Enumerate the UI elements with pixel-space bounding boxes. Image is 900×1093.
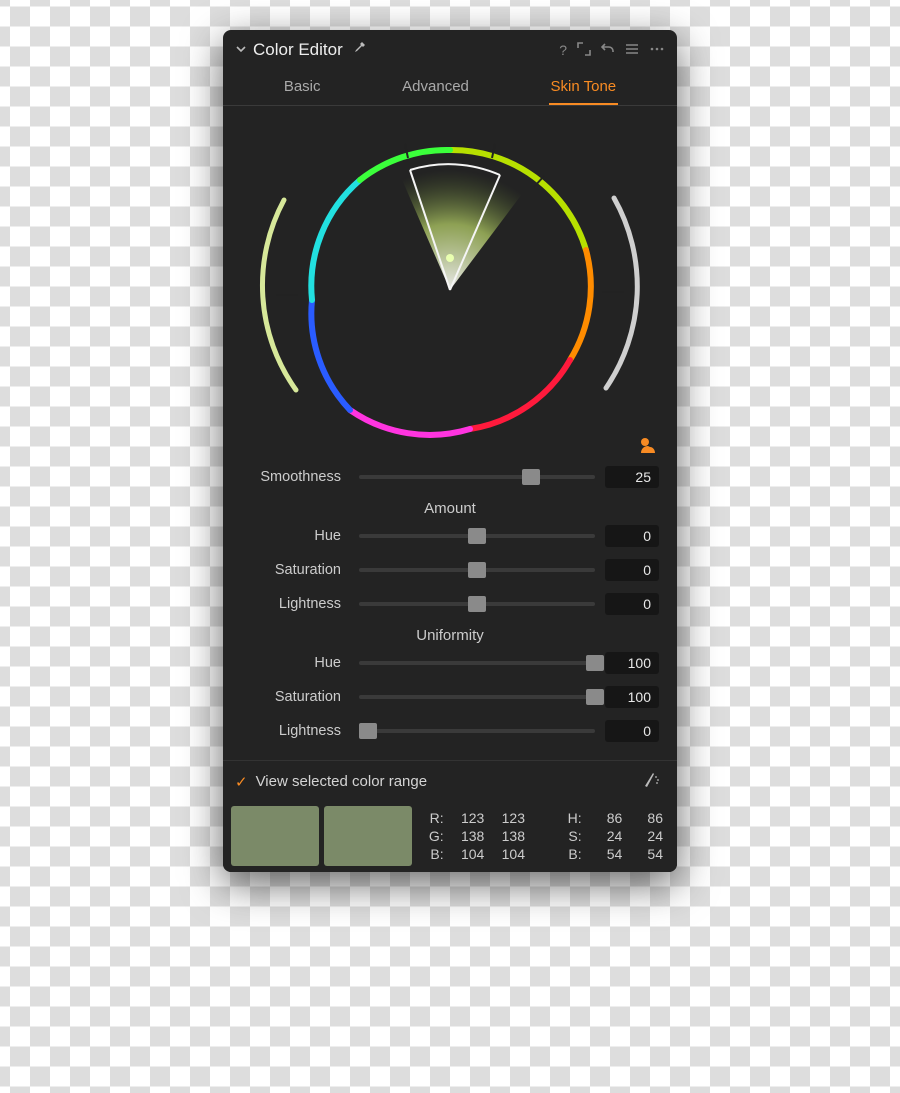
uniformity-saturation-slider[interactable]: Saturation 100 [241,680,659,714]
help-icon[interactable]: ? [559,42,567,58]
slider-thumb[interactable] [522,469,540,485]
slider-thumb[interactable] [586,689,604,705]
smoothness-value[interactable]: 25 [605,466,659,488]
uniformity-lightness-value[interactable]: 0 [605,720,659,742]
expand-icon[interactable] [577,42,591,59]
swatch-before [231,806,319,866]
uniformity-saturation-value[interactable]: 100 [605,686,659,708]
amount-lightness-slider[interactable]: Lightness 0 [241,587,659,621]
amount-saturation-slider[interactable]: Saturation 0 [241,553,659,587]
eyedropper-icon[interactable] [351,41,367,60]
selection-point[interactable] [446,254,454,262]
amount-hue-slider[interactable]: Hue 0 [241,519,659,553]
smoothness-slider[interactable]: Smoothness 25 [241,460,659,494]
slider-thumb[interactable] [468,528,486,544]
uniformity-hue-slider[interactable]: Hue 100 [241,646,659,680]
smoothness-track[interactable] [359,475,595,479]
smoothness-label: Smoothness [241,469,349,485]
selection-cone[interactable] [400,164,525,290]
skin-tone-icon[interactable] [637,435,659,460]
collapse-chevron-icon[interactable] [235,42,247,58]
color-readouts: R: 123 123 H: 86 86 G: 138 138 S: 24 24 … [413,800,677,872]
color-wheel[interactable] [240,120,660,450]
footer-row: ✓ View selected color range [223,760,677,800]
color-editor-panel: Color Editor ? Basic Advanced Skin Tone [223,30,677,872]
tab-bar: Basic Advanced Skin Tone [223,68,677,105]
tab-skin-tone[interactable]: Skin Tone [549,72,619,105]
uniformity-hue-value[interactable]: 100 [605,652,659,674]
panel-header: Color Editor ? [223,30,677,68]
slider-thumb[interactable] [359,723,377,739]
menu-icon[interactable] [625,42,639,59]
view-range-checkbox[interactable]: ✓ [235,773,248,791]
more-icon[interactable] [649,42,665,59]
slider-thumb[interactable] [468,596,486,612]
sample-cone-icon[interactable] [643,771,661,792]
tab-advanced[interactable]: Advanced [400,72,471,105]
uniformity-section-title: Uniformity [241,627,659,644]
color-wheel-area [223,106,677,452]
amount-saturation-value[interactable]: 0 [605,559,659,581]
tab-basic[interactable]: Basic [282,72,323,105]
sliders-section: Smoothness 25 Amount Hue 0 Saturation 0 … [223,452,677,754]
amount-hue-value[interactable]: 0 [605,525,659,547]
slider-thumb[interactable] [468,562,486,578]
swatch-after [324,806,412,866]
panel-title: Color Editor [253,40,343,60]
view-range-label: View selected color range [256,773,643,790]
amount-section-title: Amount [241,500,659,517]
swatch-row: R: 123 123 H: 86 86 G: 138 138 S: 24 24 … [223,800,677,872]
slider-thumb[interactable] [586,655,604,671]
amount-lightness-value[interactable]: 0 [605,593,659,615]
undo-icon[interactable] [601,42,615,59]
uniformity-lightness-slider[interactable]: Lightness 0 [241,714,659,748]
